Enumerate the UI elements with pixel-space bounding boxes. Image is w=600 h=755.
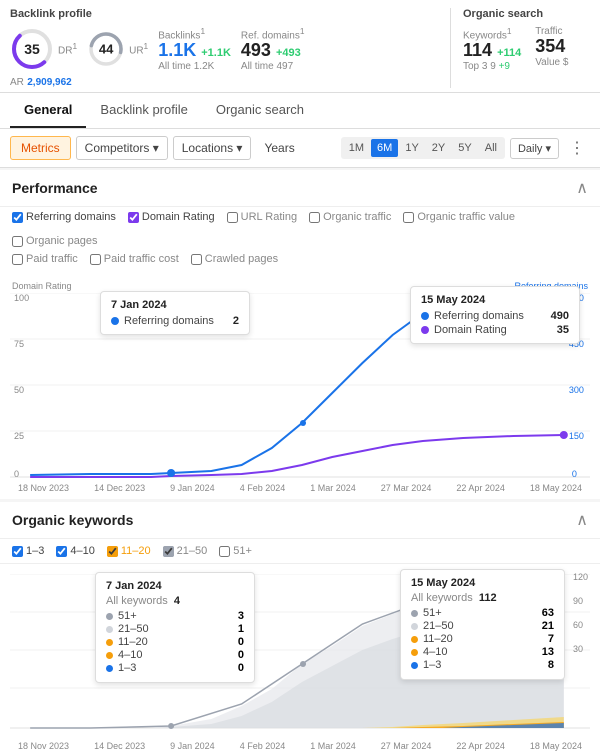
ar-value: 2,909,962 — [27, 77, 72, 88]
dr-label: DR1 — [58, 41, 77, 56]
time-2y[interactable]: 2Y — [426, 139, 451, 157]
competitors-dropdown[interactable]: Competitors ▾ — [76, 136, 168, 160]
svg-text:100: 100 — [14, 293, 29, 303]
svg-text:0: 0 — [572, 469, 577, 478]
cb-4-10[interactable]: 4–10 — [56, 545, 94, 557]
svg-text:150: 150 — [569, 431, 584, 441]
performance-collapse[interactable]: ∧ — [576, 178, 588, 198]
cb-11-20[interactable]: 11–20 — [107, 545, 151, 557]
time-5y[interactable]: 5Y — [452, 139, 477, 157]
perf-tooltip-2: 15 May 2024 Referring domains 490 Domain… — [410, 286, 580, 344]
ref-domains-metric: Ref. domains1 493 +493 All time 497 — [241, 26, 305, 72]
organic-keywords-title: Organic keywords — [12, 512, 133, 528]
cb-1-3[interactable]: 1–3 — [12, 545, 44, 557]
cb-21-50[interactable]: 21–50 — [163, 545, 208, 557]
perf-x-labels: 18 Nov 2023 14 Dec 2023 9 Jan 2024 4 Feb… — [0, 481, 600, 499]
ok-x-labels: 18 Nov 2023 14 Dec 2023 9 Jan 2024 4 Feb… — [0, 739, 600, 755]
cb-domain-rating[interactable]: Domain Rating — [128, 211, 215, 223]
cb-organic-pages[interactable]: Organic pages — [12, 235, 98, 247]
toolbar: Metrics Competitors ▾ Locations ▾ Years … — [0, 129, 600, 168]
keywords-metric: Keywords1 114 +114 Top 3 9 +9 — [463, 26, 521, 72]
perf-tooltip-1: 7 Jan 2024 Referring domains 2 — [100, 291, 250, 335]
metrics-button[interactable]: Metrics — [10, 136, 71, 160]
perf-checkboxes-row2: Paid traffic Paid traffic cost Crawled p… — [0, 251, 600, 271]
tab-general[interactable]: General — [10, 93, 86, 128]
cb-organic-traffic-value[interactable]: Organic traffic value — [403, 211, 515, 223]
backlink-profile-title: Backlink profile — [10, 8, 438, 20]
cb-paid-traffic-cost[interactable]: Paid traffic cost — [90, 253, 179, 265]
svg-text:75: 75 — [14, 339, 24, 349]
ok-tooltip-2: 15 May 2024 All keywords 112 51+ 63 21–5… — [400, 569, 565, 680]
cb-51plus[interactable]: 51+ — [219, 545, 252, 557]
daily-dropdown[interactable]: Daily ▾ — [510, 138, 559, 159]
organic-keywords-section: Organic keywords ∧ 1–3 4–10 11–20 21–50 … — [0, 502, 600, 755]
ur-circle: 44 — [87, 30, 125, 68]
tab-backlink-profile[interactable]: Backlink profile — [86, 93, 201, 128]
cb-paid-traffic[interactable]: Paid traffic — [12, 253, 78, 265]
traffic-metric: Traffic 354 Value $ — [535, 26, 568, 72]
more-options[interactable]: ⋮ — [564, 136, 590, 160]
years-button[interactable]: Years — [256, 137, 302, 159]
time-buttons: 1M 6M 1Y 2Y 5Y All — [341, 137, 505, 159]
svg-text:25: 25 — [14, 431, 24, 441]
svg-text:50: 50 — [14, 385, 24, 395]
backlinks-metric: Backlinks1 1.1K +1.1K All time 1.2K — [158, 26, 231, 72]
dr-circle: 35 — [10, 27, 54, 71]
tab-organic-search[interactable]: Organic search — [202, 93, 318, 128]
y-left-label: Domain Rating — [12, 281, 72, 291]
ar-label: AR — [10, 77, 24, 88]
perf-checkboxes: Referring domains Domain Rating URL Rati… — [0, 206, 600, 251]
cb-crawled-pages[interactable]: Crawled pages — [191, 253, 278, 265]
time-1y[interactable]: 1Y — [399, 139, 424, 157]
dr-value: 35 — [24, 41, 40, 57]
performance-title: Performance — [12, 180, 98, 196]
cb-url-rating[interactable]: URL Rating — [227, 211, 297, 223]
svg-text:0: 0 — [14, 469, 19, 478]
locations-dropdown[interactable]: Locations ▾ — [173, 136, 252, 160]
organic-search-title: Organic search — [463, 8, 590, 20]
ok-tooltip-1: 7 Jan 2024 All keywords 4 51+ 3 21–50 1 … — [95, 572, 255, 683]
ok-collapse[interactable]: ∧ — [576, 510, 588, 530]
time-all[interactable]: All — [479, 139, 503, 157]
cb-referring-domains[interactable]: Referring domains — [12, 211, 116, 223]
cb-organic-traffic[interactable]: Organic traffic — [309, 211, 391, 223]
ur-label: UR1 — [129, 41, 148, 56]
time-6m[interactable]: 6M — [371, 139, 398, 157]
performance-section: Performance ∧ Referring domains Domain R… — [0, 170, 600, 499]
nav-tabs: General Backlink profile Organic search — [0, 93, 600, 129]
svg-text:300: 300 — [569, 385, 584, 395]
ok-checkboxes: 1–3 4–10 11–20 21–50 51+ — [0, 539, 600, 564]
ok-chart: 120 90 60 30 — [0, 564, 600, 739]
performance-chart: Domain Rating Referring domains 100 75 5… — [0, 271, 600, 481]
time-1m[interactable]: 1M — [343, 139, 370, 157]
ur-value: 44 — [99, 42, 113, 57]
